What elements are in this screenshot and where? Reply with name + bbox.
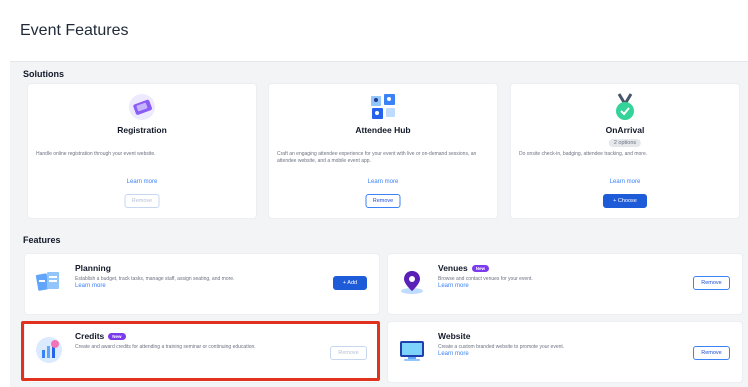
solution-title: OnArrival — [605, 125, 645, 135]
website-monitor-icon — [398, 336, 426, 364]
solution-card-onarrival: OnArrival 2 options Do onsite check-in, … — [511, 84, 739, 218]
page-title: Event Features — [20, 22, 129, 39]
add-button[interactable]: + Add — [333, 276, 367, 290]
people-grid-icon — [368, 92, 398, 122]
feature-description: Browse and contact venues for your event… — [438, 276, 533, 282]
solutions-label: Solutions — [23, 69, 64, 79]
feature-title: Website — [438, 331, 470, 341]
planning-icon — [35, 268, 63, 296]
feature-title: Planning — [75, 263, 111, 273]
solution-card-attendee-hub: Attendee Hub Craft an engaging attendee … — [269, 84, 497, 218]
feature-title-text: Venues — [438, 263, 468, 273]
solution-description: Craft an engaging attendee experience fo… — [277, 151, 477, 164]
feature-description: Create a custom branded website to promo… — [438, 344, 565, 350]
remove-button[interactable]: Remove — [365, 194, 401, 208]
solution-title: Attendee Hub — [355, 125, 411, 135]
feature-card-venues: Venues New Browse and contact venues for… — [388, 254, 742, 314]
choose-button[interactable]: + Choose — [603, 194, 647, 208]
feature-card-website: Website Create a custom branded website … — [388, 322, 742, 382]
learn-more-link[interactable]: Learn more — [511, 179, 739, 185]
feature-title: Venues New — [438, 263, 490, 273]
feature-title-text: Website — [438, 331, 471, 341]
remove-button[interactable]: Remove — [693, 346, 730, 360]
options-badge: 2 options — [608, 139, 642, 147]
location-pin-icon — [398, 268, 426, 296]
badge-check-icon — [610, 92, 640, 122]
solution-description: Handle online registration through your … — [36, 151, 156, 157]
learn-more-link[interactable]: Learn more — [269, 179, 497, 185]
learn-more-link[interactable]: Learn more — [438, 351, 469, 357]
solution-card-registration: Registration Handle online registration … — [28, 84, 256, 218]
feature-card-planning: Planning Establish a budget, track tasks… — [25, 254, 379, 314]
remove-button[interactable]: Remove — [124, 194, 160, 208]
learn-more-link[interactable]: Learn more — [28, 179, 256, 185]
remove-button[interactable]: Remove — [693, 276, 730, 290]
solution-title: Registration — [117, 125, 167, 135]
highlight-box — [21, 321, 380, 381]
learn-more-link[interactable]: Learn more — [438, 283, 469, 289]
features-label: Features — [23, 235, 61, 245]
solution-description: Do onsite check-in, badging, attendee tr… — [519, 151, 648, 157]
feature-description: Establish a budget, track tasks, manage … — [75, 276, 235, 282]
learn-more-link[interactable]: Learn more — [75, 283, 106, 289]
new-badge: New — [471, 264, 490, 272]
ticket-icon — [127, 92, 157, 122]
feature-title-text: Planning — [75, 263, 111, 273]
